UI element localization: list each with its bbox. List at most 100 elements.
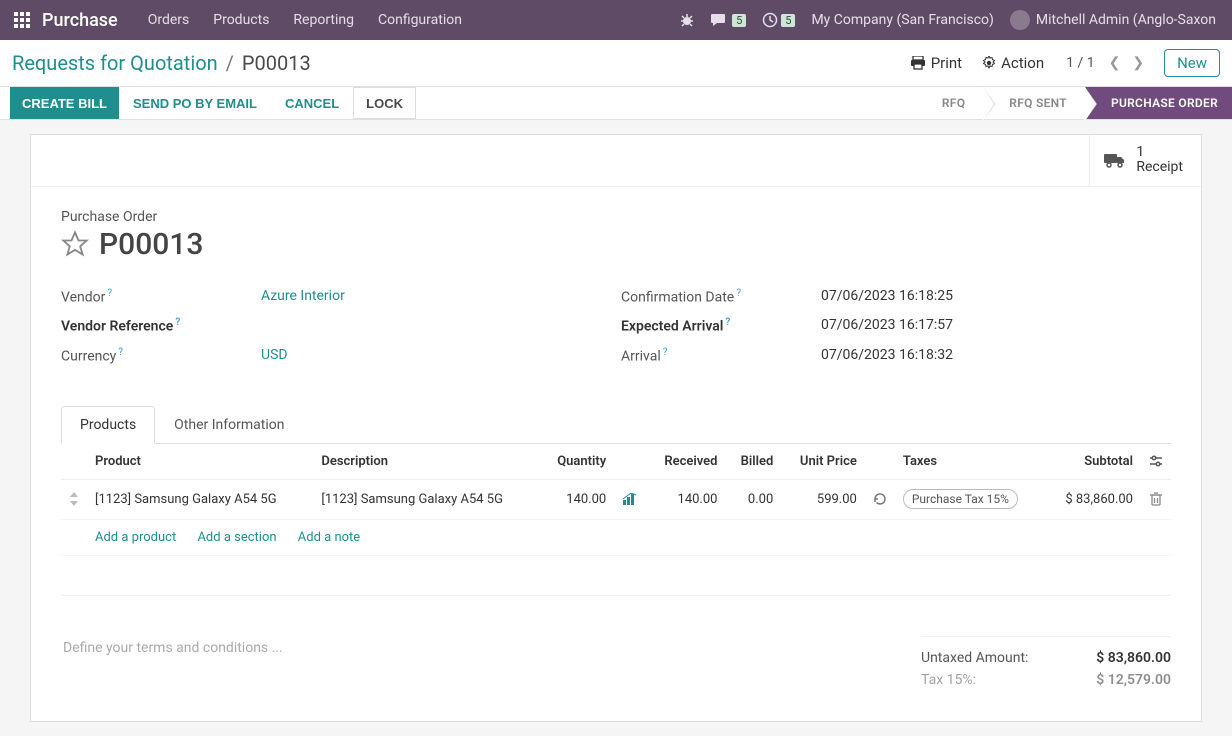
pager: 1 / 1 ❮ ❯ [1066,55,1150,71]
lock-button[interactable]: LOCK [353,87,416,119]
action-bar: Requests for Quotation / P00013 Print Ac… [0,40,1232,86]
debug-icon[interactable] [679,12,695,28]
currency-value[interactable]: USD [261,347,288,363]
tabs: Products Other Information [61,405,1171,444]
terms-totals-row: Define your terms and conditions ... Unt… [61,636,1171,691]
cancel-button[interactable]: CANCEL [271,87,353,119]
user-menu[interactable]: Mitchell Admin (Anglo-Saxon [1010,10,1216,30]
app-brand[interactable]: Purchase [42,10,118,31]
vendor-value[interactable]: Azure Interior [261,288,345,304]
order-lines-table: Product Description Quantity Received Bi… [61,444,1171,596]
menu-orders[interactable]: Orders [148,12,190,28]
drag-handle-icon[interactable] [61,479,87,519]
add-row: Add a product Add a section Add a note [61,519,1171,555]
status-purchase-order[interactable]: PURCHASE ORDER [1085,87,1232,119]
status-rfq[interactable]: RFQ [916,87,983,119]
status-bar: RFQ RFQ SENT PURCHASE ORDER [916,87,1232,119]
add-product-link[interactable]: Add a product [95,530,176,545]
price-history-icon[interactable] [865,479,895,519]
activities-icon[interactable]: 5 [762,12,795,28]
untaxed-label: Untaxed Amount: [921,650,1028,666]
expected-arrival-value[interactable]: 07/06/2023 16:17:57 [821,317,953,333]
card-body: Purchase Order P00013 Vendor? Azure Inte… [31,187,1201,721]
help-icon[interactable]: ? [725,317,730,328]
cell-received: 140.00 [646,479,725,519]
cell-taxes[interactable]: Purchase Tax 15% [895,479,1045,519]
menu-products[interactable]: Products [213,12,269,28]
cell-description[interactable]: [1123] Samsung Galaxy A54 5G [313,479,539,519]
star-icon[interactable] [61,230,89,258]
print-button[interactable]: Print [910,54,962,72]
receipt-label: Receipt [1136,160,1183,175]
add-note-link[interactable]: Add a note [298,530,360,545]
add-section-link[interactable]: Add a section [197,530,276,545]
tab-products[interactable]: Products [61,406,155,444]
po-title: P00013 [61,227,1171,262]
th-taxes[interactable]: Taxes [895,444,1045,480]
avatar [1010,10,1030,30]
messages-icon[interactable]: 5 [711,12,746,28]
tab-other-information[interactable]: Other Information [155,406,303,444]
breadcrumb-current: P00013 [242,51,311,75]
pager-next[interactable]: ❯ [1126,55,1150,71]
th-subtotal[interactable]: Subtotal [1045,444,1141,480]
status-rfq-sent[interactable]: RFQ SENT [983,87,1085,119]
cell-quantity[interactable]: 140.00 [540,479,615,519]
th-unit-price[interactable]: Unit Price [781,444,865,480]
untaxed-value: $ 83,860.00 [1096,650,1171,666]
help-icon[interactable]: ? [118,347,123,358]
th-billed[interactable]: Billed [725,444,781,480]
po-label: Purchase Order [61,209,1171,225]
confirmation-date-label: Confirmation Date? [621,288,821,306]
card-top: 1 Receipt [31,135,1201,187]
apps-icon[interactable] [8,6,36,34]
cell-unit-price[interactable]: 599.00 [781,479,865,519]
vendor-ref-label: Vendor Reference? [61,317,261,335]
breadcrumb: Requests for Quotation / P00013 [12,51,311,75]
activities-badge: 5 [781,14,795,27]
table-row[interactable]: [1123] Samsung Galaxy A54 5G [1123] Sams… [61,479,1171,519]
cell-product[interactable]: [1123] Samsung Galaxy A54 5G [87,479,313,519]
cell-subtotal: $ 83,860.00 [1045,479,1141,519]
help-icon[interactable]: ? [663,347,668,358]
truck-icon [1104,152,1126,168]
help-icon[interactable]: ? [107,288,112,299]
tax-value: $ 12,579.00 [1096,672,1171,688]
help-icon[interactable]: ? [736,288,741,299]
fields-left: Vendor? Azure Interior Vendor Reference?… [61,288,611,377]
terms-input[interactable]: Define your terms and conditions ... [61,636,921,660]
send-po-button[interactable]: SEND PO BY EMAIL [119,87,271,119]
help-icon[interactable]: ? [175,317,180,328]
breadcrumb-root[interactable]: Requests for Quotation [12,51,218,75]
top-navbar: Purchase Orders Products Reporting Confi… [0,0,1232,40]
cell-billed: 0.00 [725,479,781,519]
create-bill-button[interactable]: CREATE BILL [10,87,119,119]
fields-right: Confirmation Date? 07/06/2023 16:18:25 E… [621,288,1171,377]
pager-range[interactable]: 1 / 1 [1066,55,1094,71]
currency-label: Currency? [61,347,261,365]
th-description[interactable]: Description [313,444,539,480]
confirmation-date-value: 07/06/2023 16:18:25 [821,288,953,304]
receipt-button[interactable]: 1 Receipt [1089,135,1201,186]
po-number: P00013 [99,227,203,262]
th-quantity[interactable]: Quantity [540,444,615,480]
page-wrap: 1 Receipt Purchase Order P00013 Vendor? … [0,120,1232,736]
arrival-value: 07/06/2023 16:18:32 [821,347,953,363]
forecast-icon[interactable] [614,479,646,519]
arrival-label: Arrival? [621,347,821,365]
vendor-label: Vendor? [61,288,261,306]
pager-prev[interactable]: ❮ [1103,55,1127,71]
new-button[interactable]: New [1164,49,1220,77]
delete-row-icon[interactable] [1141,479,1171,519]
form-card: 1 Receipt Purchase Order P00013 Vendor? … [30,134,1202,722]
menu-configuration[interactable]: Configuration [378,12,462,28]
th-product[interactable]: Product [87,444,313,480]
company-switcher[interactable]: My Company (San Francisco) [811,12,993,28]
expected-arrival-label: Expected Arrival? [621,317,821,335]
totals: Untaxed Amount: $ 83,860.00 Tax 15%: $ 1… [921,636,1171,691]
columns-config-icon[interactable] [1141,444,1171,480]
th-received[interactable]: Received [646,444,725,480]
action-button[interactable]: Action [982,54,1044,72]
menu-reporting[interactable]: Reporting [293,12,354,28]
button-row: CREATE BILL SEND PO BY EMAIL CANCEL LOCK… [0,86,1232,120]
